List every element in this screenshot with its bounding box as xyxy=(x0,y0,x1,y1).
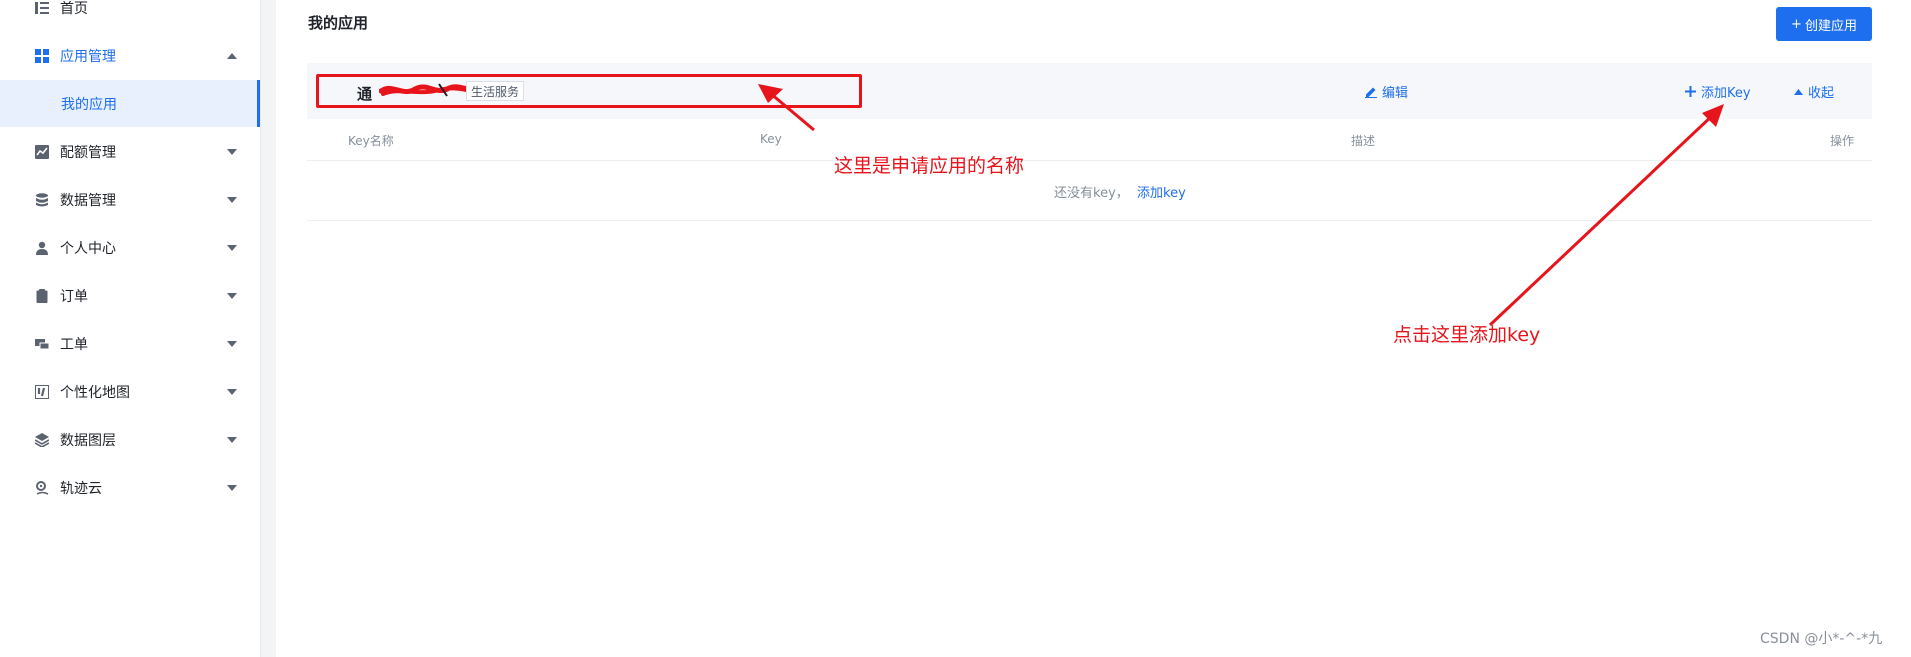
annotation-app-name: 这里是申请应用的名称 xyxy=(834,155,1025,177)
page-title: 我的应用 xyxy=(308,14,369,32)
sidebar-item-label: 订单 xyxy=(60,289,88,305)
create-app-label: 创建应用 xyxy=(1804,18,1857,34)
list-icon xyxy=(34,1,49,16)
add-key-button[interactable]: 添加Key xyxy=(1685,82,1751,101)
sidebar-item-track-cloud[interactable]: 轨迹云 xyxy=(0,468,260,508)
sidebar-item-label: 配额管理 xyxy=(60,145,116,161)
collapse-button[interactable]: 收起 xyxy=(1794,82,1834,101)
sidebar-item-label: 数据图层 xyxy=(60,433,116,449)
sidebar-item-label: 个人中心 xyxy=(60,241,116,257)
edit-app-button[interactable]: 编辑 xyxy=(1365,82,1408,101)
ticket-icon xyxy=(34,337,49,352)
chevron-down-icon xyxy=(226,146,238,158)
sidebar-subitem-label: 我的应用 xyxy=(61,96,117,113)
sidebar-item-label: 首页 xyxy=(60,1,88,17)
sidebar-item-data-layers[interactable]: 数据图层 xyxy=(0,420,260,460)
sidebar-item-orders[interactable]: 订单 xyxy=(0,276,260,316)
sidebar-item-data[interactable]: 数据管理 xyxy=(0,180,260,220)
watermark: CSDN @小*-^-*九 xyxy=(1760,631,1883,647)
chevron-down-icon xyxy=(226,338,238,350)
column-header-key-name: Key名称 xyxy=(348,134,394,148)
sidebar-item-home[interactable]: 首页 xyxy=(0,0,260,28)
layers-icon xyxy=(34,433,49,448)
sidebar-item-label: 个性化地图 xyxy=(60,385,130,401)
sidebar-item-custom-map[interactable]: 个性化地图 xyxy=(0,372,260,412)
chevron-down-icon xyxy=(226,242,238,254)
chevron-up-icon xyxy=(226,50,238,62)
sidebar-item-label: 轨迹云 xyxy=(60,481,102,497)
edit-label: 编辑 xyxy=(1382,86,1409,101)
collapse-label: 收起 xyxy=(1808,86,1835,101)
app-name-highlight-box xyxy=(316,74,862,108)
key-table-empty-row: 还没有key， 添加key xyxy=(307,161,1872,221)
plus-icon xyxy=(1685,86,1696,97)
column-header-key: Key xyxy=(760,132,782,146)
sidebar-item-personal[interactable]: 个人中心 xyxy=(0,228,260,268)
sidebar-item-tickets[interactable]: 工单 xyxy=(0,324,260,364)
chevron-down-icon xyxy=(226,482,238,494)
chart-icon xyxy=(34,145,49,160)
sidebar-item-label: 应用管理 xyxy=(60,49,116,65)
create-app-button[interactable]: + 创建应用 xyxy=(1776,7,1872,41)
sidebar-item-app-management[interactable]: 应用管理 xyxy=(0,36,260,76)
map-style-icon xyxy=(34,385,49,400)
database-icon xyxy=(34,193,49,208)
add-key-label: 添加Key xyxy=(1701,86,1751,101)
track-icon xyxy=(34,481,49,496)
sidebar-item-quota[interactable]: 配额管理 xyxy=(0,132,260,172)
annotation-add-key: 点击这里添加key xyxy=(1393,324,1541,346)
sidebar-item-label: 工单 xyxy=(60,337,88,353)
sidebar: 首页 应用管理 我的应用 配额管理 数据管理 个人中心 订单 工单 个性化地图 … xyxy=(0,0,261,657)
user-icon xyxy=(34,241,49,256)
chevron-down-icon xyxy=(226,434,238,446)
add-key-link[interactable]: 添加key xyxy=(1137,182,1186,201)
plus-icon: + xyxy=(1791,16,1802,32)
sidebar-subitem-my-apps[interactable]: 我的应用 xyxy=(0,80,260,127)
pencil-icon xyxy=(1365,87,1377,98)
chevron-down-icon xyxy=(226,194,238,206)
chevron-down-icon xyxy=(226,386,238,398)
sidebar-item-label: 数据管理 xyxy=(60,193,116,209)
grid-icon xyxy=(34,49,49,64)
chevron-down-icon xyxy=(226,290,238,302)
key-table-header: Key名称 Key 描述 操作 xyxy=(307,119,1872,161)
caret-up-icon xyxy=(1794,88,1803,95)
column-header-description: 描述 xyxy=(1351,134,1376,148)
empty-state-text: 还没有key， xyxy=(1054,186,1129,201)
column-header-actions: 操作 xyxy=(1830,134,1855,148)
clipboard-icon xyxy=(34,289,49,304)
